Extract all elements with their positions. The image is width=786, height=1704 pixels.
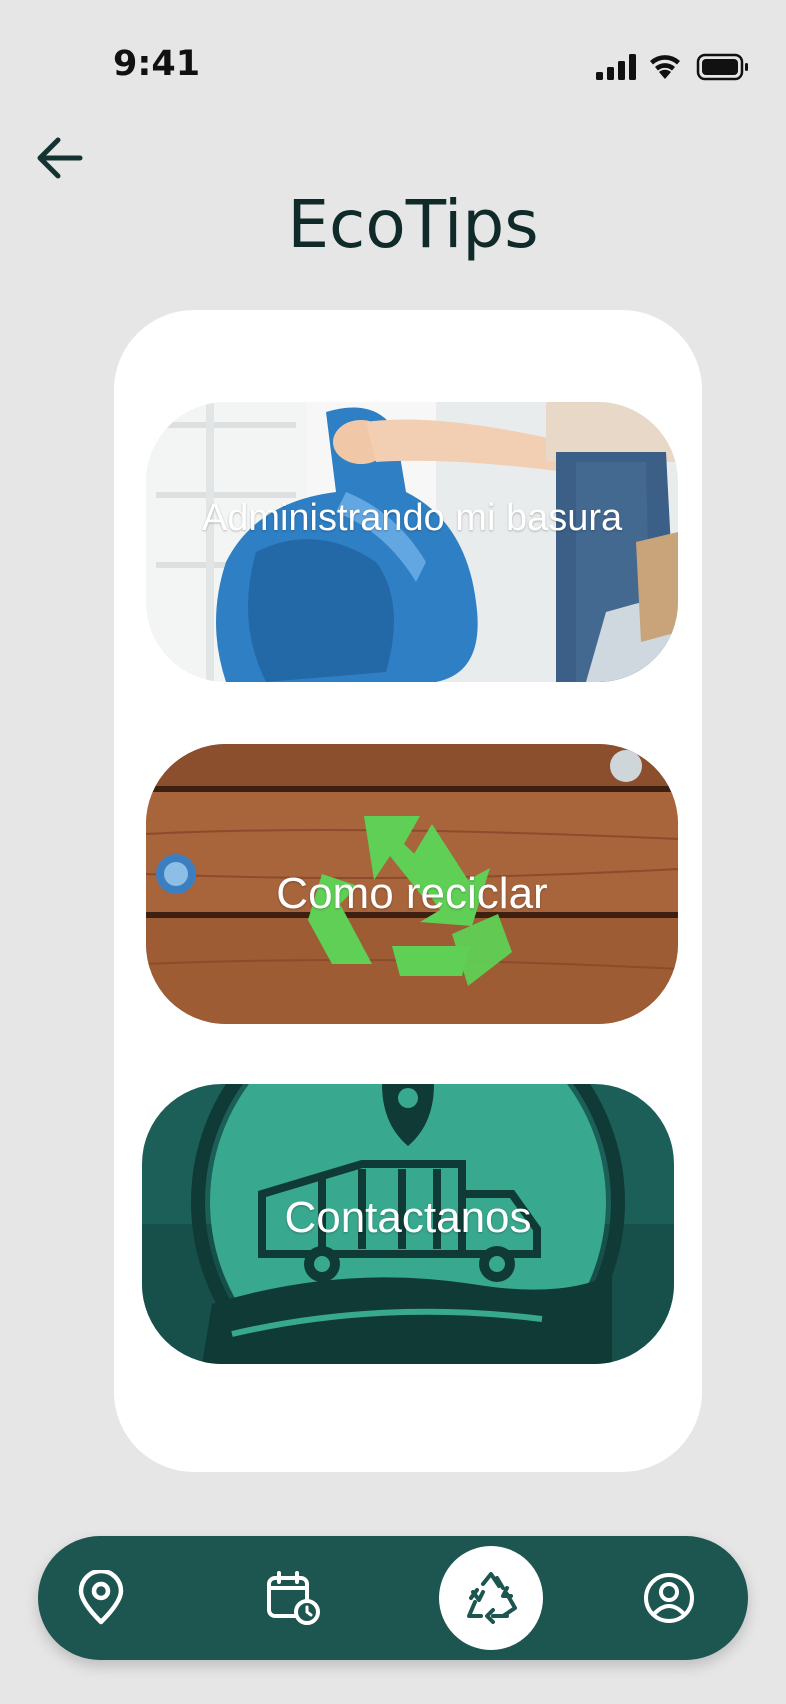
arrow-left-icon [37, 137, 83, 179]
status-icons [594, 52, 754, 89]
nav-active-indicator [439, 1546, 543, 1650]
back-button[interactable] [30, 128, 94, 188]
recycle-icon [467, 1572, 517, 1624]
battery-icon [696, 53, 748, 81]
card-label: Contactanos [284, 1193, 532, 1242]
card-contactanos[interactable]: Contactanos [142, 1084, 674, 1364]
nav-profile[interactable] [614, 1536, 724, 1660]
card-como-reciclar[interactable]: Como reciclar [146, 744, 678, 1024]
nav-location[interactable] [46, 1536, 156, 1660]
status-time: 9:41 [113, 44, 201, 84]
wifi-icon [650, 55, 680, 79]
card-label: Administrando mi basura [201, 496, 623, 539]
nav-calendar[interactable] [238, 1536, 348, 1660]
user-profile-icon [644, 1573, 694, 1623]
nav-recycle[interactable] [436, 1536, 546, 1660]
signal-icon [596, 54, 636, 80]
card-administrando-basura[interactable]: Administrando mi basura [146, 402, 678, 682]
card-label: Como reciclar [276, 869, 548, 918]
bottom-nav [38, 1536, 748, 1660]
location-pin-icon [78, 1570, 124, 1625]
calendar-clock-icon [267, 1571, 320, 1625]
status-bar: 9:41 [0, 0, 786, 130]
page-title: EcoTips [287, 186, 539, 263]
